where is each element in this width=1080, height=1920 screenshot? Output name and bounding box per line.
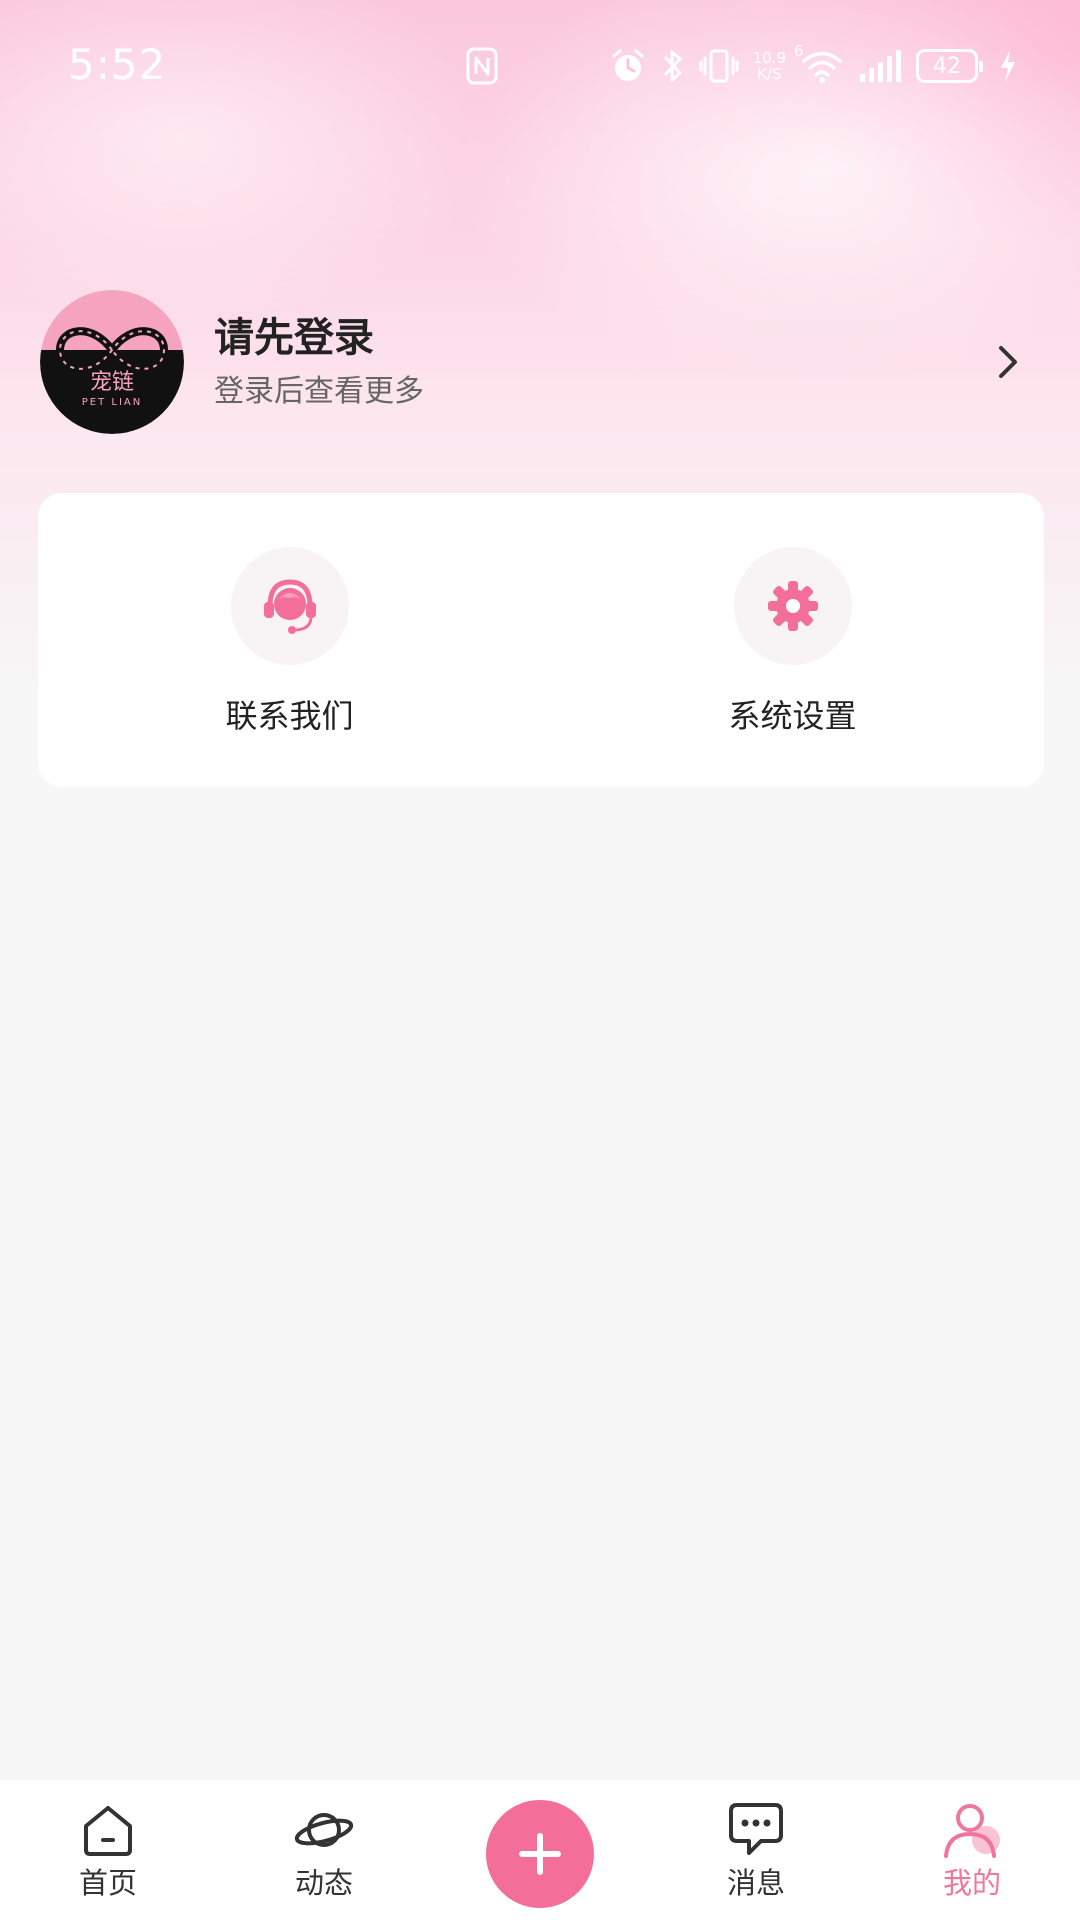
nav-center — [432, 1780, 648, 1920]
charging-icon — [998, 48, 1018, 84]
system-settings-label: 系统设置 — [728, 697, 857, 735]
nav-item-feed[interactable]: 动态 — [216, 1780, 432, 1920]
user-icon — [940, 1800, 1004, 1860]
nfc-icon — [465, 46, 499, 86]
planet-icon — [292, 1800, 356, 1860]
nav-label-home: 首页 — [78, 1866, 137, 1900]
nav-item-home[interactable]: 首页 — [0, 1780, 216, 1920]
home-icon — [76, 1800, 140, 1860]
chat-icon — [724, 1800, 788, 1860]
profile-header[interactable]: 请先登录 登录后查看更多 — [40, 290, 1040, 434]
nav-label-profile: 我的 — [942, 1866, 1001, 1900]
contact-us-label: 联系我们 — [225, 697, 354, 735]
login-prompt-title[interactable]: 请先登录 — [214, 312, 424, 364]
net-speed: 10.9 K/S — [753, 50, 786, 82]
chevron-right-icon[interactable] — [982, 336, 1034, 388]
profile-text: 请先登录 登录后查看更多 — [214, 312, 424, 412]
screen: 5:52 10.9 K/S 6 42 请先登录 登录后查看更多 宠链 PET L… — [0, 0, 1080, 1920]
nav-label-messages: 消息 — [726, 1866, 785, 1900]
net-speed-unit: K/S — [757, 65, 782, 83]
status-time: 5:52 — [68, 40, 167, 89]
quick-actions-card: 联系我们 系统设置 — [38, 493, 1044, 787]
add-button[interactable] — [486, 1800, 594, 1908]
system-settings-button[interactable]: 系统设置 — [541, 493, 1044, 787]
status-icons: 10.9 K/S 6 42 — [465, 42, 1018, 88]
bottom-nav: 首页 动态 消息 我的 — [0, 1780, 1080, 1920]
plus-icon — [519, 1833, 561, 1875]
wifi-badge: 6 — [794, 42, 804, 60]
vibrate-icon — [699, 47, 739, 85]
contact-us-button[interactable]: 联系我们 — [38, 493, 541, 787]
nav-item-messages[interactable]: 消息 — [648, 1780, 864, 1920]
bluetooth-icon — [661, 47, 685, 85]
battery-level: 42 — [933, 53, 961, 79]
avatar-logo-text: 宠链 PET LIAN — [40, 370, 184, 410]
customer-service-icon — [230, 547, 349, 665]
avatar-logo-title: 宠链 — [89, 370, 134, 395]
avatar-logo-subtitle: PET LIAN — [81, 397, 143, 408]
alarm-icon — [609, 47, 647, 85]
login-prompt-subtitle: 登录后查看更多 — [214, 374, 424, 409]
nav-item-profile[interactable]: 我的 — [864, 1780, 1080, 1920]
wifi-icon: 6 — [794, 42, 844, 84]
battery-icon: 42 — [916, 49, 983, 83]
status-bar: 5:52 10.9 K/S 6 42 — [0, 0, 1080, 130]
signal-icon — [858, 48, 902, 84]
net-speed-value: 10.9 — [752, 49, 786, 67]
gear-icon — [733, 547, 852, 665]
avatar[interactable] — [40, 290, 184, 434]
nav-label-feed: 动态 — [294, 1866, 353, 1900]
